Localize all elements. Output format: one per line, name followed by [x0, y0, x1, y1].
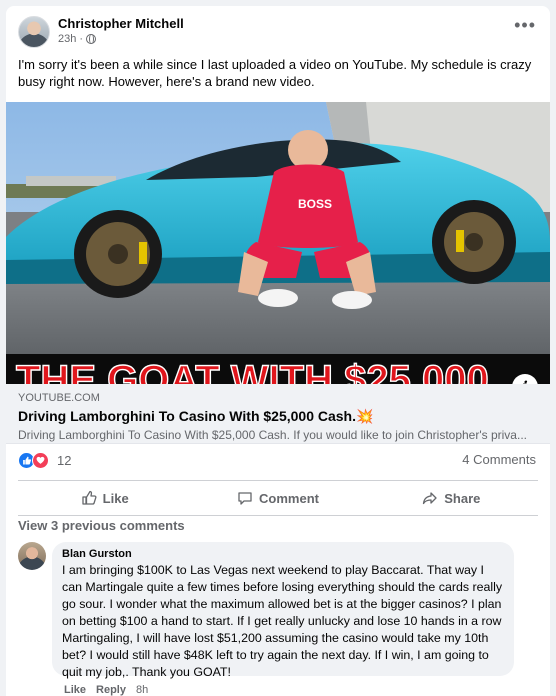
share-label: Share [444, 490, 481, 506]
post-card: Christopher Mitchell 23h · ••• I'm sorry… [6, 6, 550, 696]
author-name[interactable]: Christopher Mitchell [58, 16, 184, 31]
svg-text:BOSS: BOSS [298, 197, 332, 211]
link-thumbnail[interactable]: BOSS THE GOAT WITH $25,000 i [6, 102, 550, 384]
post-actions-bar: Like Comment Share [18, 480, 538, 516]
link-domain: YOUTUBE.COM [18, 392, 100, 404]
like-label: Like [102, 490, 129, 506]
post-time[interactable]: 23h [58, 33, 76, 45]
link-title[interactable]: Driving Lamborghini To Casino With $25,0… [18, 408, 373, 425]
like-button[interactable]: Like [18, 481, 191, 515]
comment-bubble-icon [238, 492, 252, 505]
view-previous-comments-link[interactable]: View 3 previous comments [18, 518, 185, 533]
meta-separator: · [79, 33, 84, 45]
commenter-avatar[interactable] [18, 542, 46, 570]
post-header: Christopher Mitchell 23h · ••• [6, 6, 550, 54]
reaction-count: 12 [57, 453, 72, 468]
post-text: I'm sorry it's been a while since I last… [18, 57, 532, 89]
comment-text: I am bringing $100K to Las Vegas next we… [62, 563, 503, 679]
post-meta: 23h · [58, 33, 97, 45]
comments-count[interactable]: 4 Comments [462, 452, 536, 467]
link-description: Driving Lamborghini To Casino With $25,0… [18, 428, 527, 442]
comment-like-link[interactable]: Like [64, 684, 86, 696]
thumbnail-banner-text: THE GOAT WITH $25,000 [16, 358, 489, 384]
comment-bubble: Blan Gurston I am bringing $100K to Las … [52, 542, 514, 679]
share-arrow-icon [423, 492, 437, 505]
love-reaction-icon [32, 452, 49, 469]
comment-reply-link[interactable]: Reply [96, 684, 126, 696]
thumbs-up-icon [82, 490, 97, 505]
reactions-summary[interactable]: 12 [18, 452, 71, 469]
comment-button[interactable]: Comment [191, 481, 364, 515]
thumbnail-art: BOSS THE GOAT WITH $25,000 [6, 102, 550, 384]
link-preview-meta[interactable]: YOUTUBE.COM Driving Lamborghini To Casin… [6, 384, 550, 444]
comment-actions: Like Reply 8h [64, 684, 148, 696]
comment-label: Comment [259, 490, 319, 506]
more-options-icon[interactable]: ••• [514, 16, 536, 34]
comment-time[interactable]: 8h [136, 684, 148, 696]
author-avatar[interactable] [18, 16, 50, 48]
globe-icon[interactable] [86, 34, 97, 44]
share-button[interactable]: Share [365, 481, 538, 515]
commenter-name[interactable]: Blan Gurston [62, 548, 504, 560]
